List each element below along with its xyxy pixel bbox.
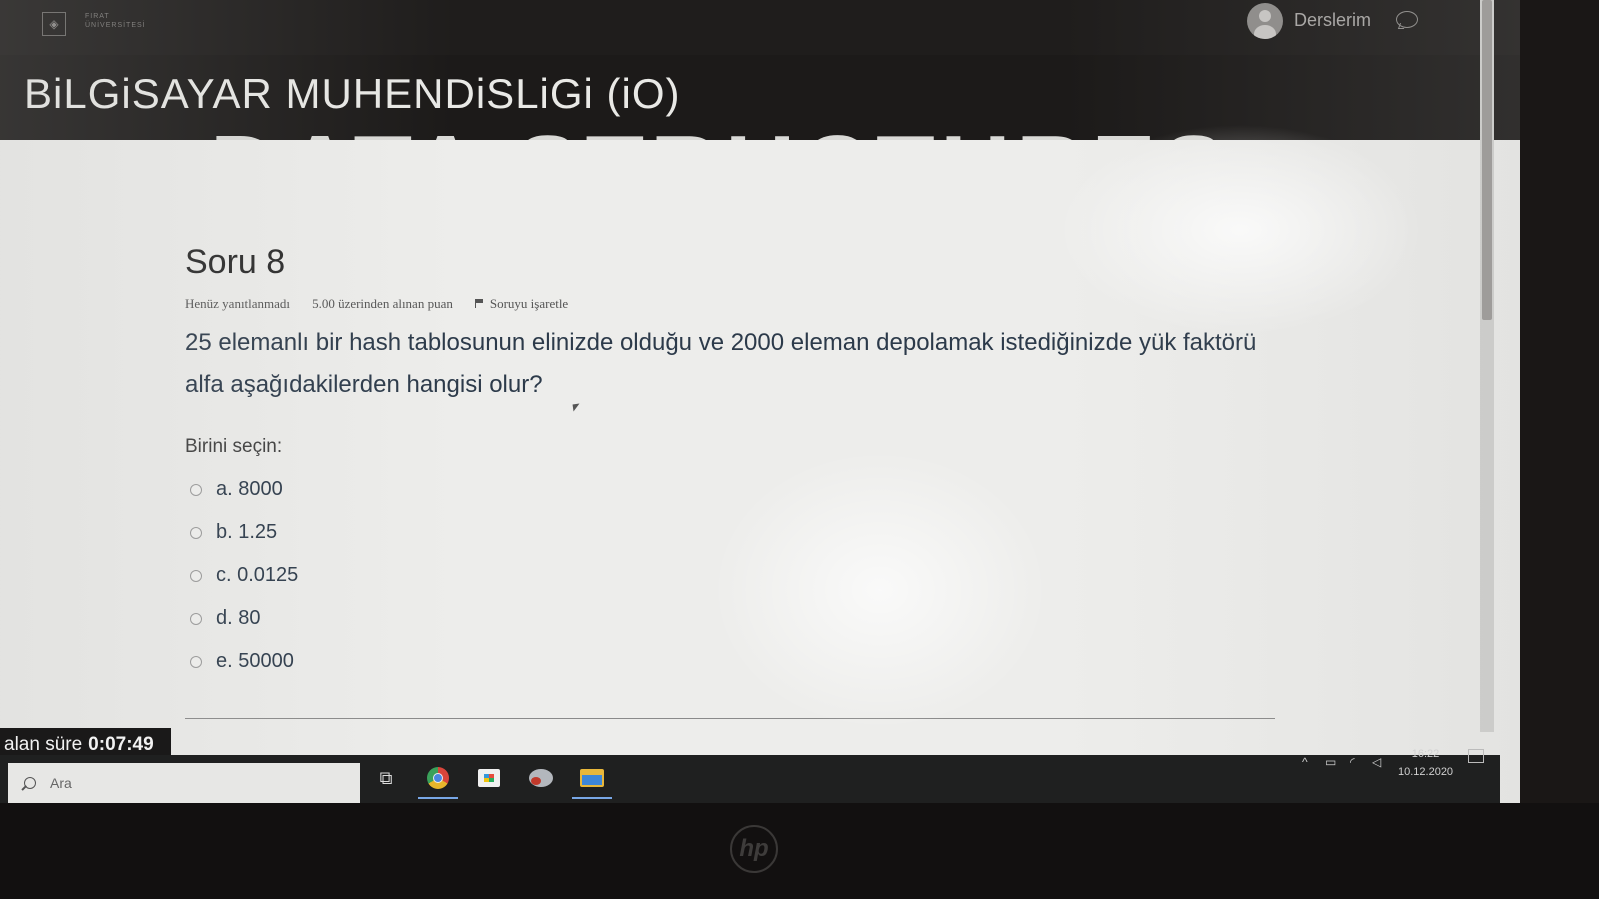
task-view-icon[interactable]: ⧉	[373, 765, 399, 791]
chrome-icon[interactable]	[425, 765, 451, 791]
windows-taskbar: Ara ⧉ ^ ▭ ◜ ◁ 16:22 10.12.2020	[0, 748, 1500, 803]
page-scrollbar[interactable]	[1480, 0, 1494, 732]
answer-label: b. 1.25	[216, 521, 278, 543]
laptop-bezel: hp	[0, 803, 1599, 899]
answer-option-e[interactable]: e. 50000	[185, 640, 1285, 683]
banner-background-text: DATA STRUCTURES	[210, 115, 1232, 140]
messages-icon[interactable]	[1396, 11, 1418, 28]
chevron-up-icon[interactable]: ^	[1302, 755, 1308, 769]
user-avatar[interactable]	[1247, 3, 1283, 39]
battery-icon[interactable]: ▭	[1325, 755, 1336, 769]
clock-time: 16:22	[1411, 748, 1440, 760]
hp-logo: hp	[730, 825, 778, 873]
radio-button[interactable]	[190, 483, 202, 496]
question-meta: Henüz yanıtlanmadı 5.00 üzerinden alınan…	[185, 296, 1285, 312]
clock-date: 10.12.2020	[1398, 766, 1454, 778]
app-icon[interactable]	[528, 765, 554, 791]
course-title[interactable]: BiLGiSAYAR MUHENDiSLiGi (iO)	[24, 70, 681, 118]
choose-prompt: Birini seçin:	[185, 436, 283, 457]
flag-icon	[474, 299, 484, 308]
radio-button[interactable]	[190, 612, 202, 625]
chrome-active-indicator	[418, 797, 458, 799]
answer-option-b[interactable]: b. 1.25	[185, 511, 1285, 554]
answer-label: d. 80	[216, 607, 261, 629]
radio-button[interactable]	[190, 569, 202, 582]
answer-option-d[interactable]: d. 80	[185, 597, 1285, 640]
taskbar-clock[interactable]: 16:22 10.12.2020	[1398, 745, 1453, 781]
my-courses-link[interactable]: Derslerim	[1294, 10, 1371, 31]
flag-question-label: Soruyu işaretle	[489, 296, 569, 311]
university-logo-icon[interactable]: ◈	[42, 12, 66, 36]
search-icon	[24, 777, 36, 789]
notification-icon[interactable]	[1468, 749, 1484, 763]
volume-icon[interactable]: ◁	[1372, 755, 1381, 769]
wifi-icon[interactable]: ◜	[1350, 755, 1355, 769]
answer-label: a. 8000	[216, 478, 283, 500]
question-title: Soru 8	[185, 243, 286, 281]
university-logo-text: FIRAT ÜNİVERSİTESİ	[85, 12, 146, 30]
answer-label: c. 0.0125	[216, 564, 299, 586]
mouse-cursor-icon	[572, 403, 581, 412]
browser-screen: ◈ FIRAT ÜNİVERSİTESİ Derslerim DATA STRU…	[0, 0, 1520, 810]
question-points: 5.00 üzerinden alınan puan	[312, 296, 453, 311]
store-icon[interactable]	[476, 765, 502, 791]
answer-label: e. 50000	[216, 650, 294, 672]
radio-button[interactable]	[190, 526, 202, 539]
search-placeholder: Ara	[50, 775, 72, 791]
system-tray: ^ ▭ ◜ ◁ 16:22 10.12.2020	[1300, 748, 1500, 803]
timer-value: 0:07:49	[88, 734, 154, 755]
answer-option-c[interactable]: c. 0.0125	[185, 554, 1285, 597]
radio-button[interactable]	[190, 655, 202, 668]
explorer-active-indicator	[572, 797, 612, 799]
logo-text-line2: ÜNİVERSİTESİ	[85, 22, 146, 29]
content-divider	[185, 718, 1275, 719]
answer-options: a. 8000 b. 1.25 c. 0.0125 d. 80 e. 50000	[185, 468, 1285, 683]
logo-text-line1: FIRAT	[85, 13, 110, 20]
file-explorer-icon[interactable]	[579, 765, 605, 791]
flag-question-button[interactable]: Soruyu işaretle	[474, 296, 569, 312]
question-status: Henüz yanıtlanmadı	[185, 296, 291, 311]
question-block: Soru 8 Henüz yanıtlanmadı 5.00 üzerinden…	[185, 243, 1285, 683]
scrollbar-thumb[interactable]	[1482, 0, 1492, 320]
question-text: 25 elemanlı bir hash tablosunun elinizde…	[185, 329, 1257, 398]
top-navbar: ◈ FIRAT ÜNİVERSİTESİ Derslerim	[0, 0, 1520, 55]
taskbar-search-box[interactable]: Ara	[8, 763, 360, 803]
timer-label: alan süre	[4, 734, 83, 755]
answer-option-a[interactable]: a. 8000	[185, 468, 1285, 511]
